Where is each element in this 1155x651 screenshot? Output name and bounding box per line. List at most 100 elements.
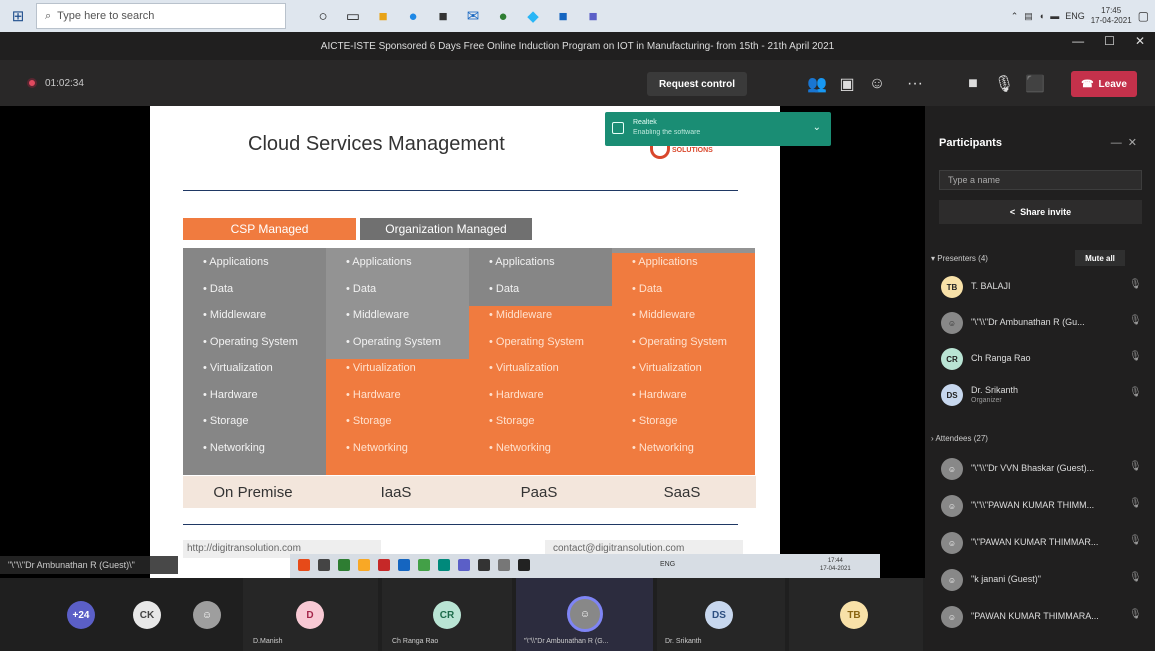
mic-muted-icon[interactable]: 🎙: [1129, 572, 1142, 583]
app-notification-icon: [612, 122, 624, 134]
grid-item-iaas: • Virtualization: [346, 362, 416, 374]
grid-item-on-premise: • Storage: [203, 415, 249, 427]
grid-item-on-premise: • Virtualization: [203, 362, 273, 374]
grid-item-iaas: • Networking: [346, 441, 408, 454]
reactions-icon[interactable]: ☺: [863, 70, 891, 98]
participant-name: "PAWAN KUMAR THIMMARA...: [971, 611, 1099, 621]
app-icon[interactable]: ◆: [520, 3, 546, 29]
attendees-heading-label: Attendees (27): [935, 434, 988, 443]
mic-muted-icon[interactable]: 🎙: [1129, 461, 1142, 472]
request-control-button[interactable]: Request control: [647, 72, 747, 96]
mic-muted-icon[interactable]: 🎙: [1129, 609, 1142, 620]
grid-item-iaas: • Applications: [346, 256, 412, 268]
mute-all-button[interactable]: Mute all: [1075, 250, 1125, 266]
grid-item-paas: • Data: [489, 282, 520, 295]
grid-item-iaas: • Data: [346, 282, 377, 295]
mic-muted-icon[interactable]: 🎙: [990, 70, 1018, 98]
close-icon[interactable]: ✕: [1128, 137, 1143, 149]
attendee-row[interactable]: ☺ "\"\\"PAWAN KUMAR THIMM... 🎙: [939, 491, 1149, 521]
participant-name: "\"\\"Dr Ambunathan R (Gu...: [971, 317, 1085, 327]
cortana-icon[interactable]: ○: [310, 3, 336, 29]
chat-icon[interactable]: ▣: [833, 70, 861, 98]
attendee-row[interactable]: ☺ "PAWAN KUMAR THIMMARA... 🎙: [939, 602, 1149, 632]
clock-date: 17-04-2021: [1090, 16, 1132, 25]
close-button[interactable]: ✕: [1135, 34, 1145, 48]
language-label[interactable]: ENG: [1065, 11, 1085, 21]
chevron-up-icon[interactable]: ⌃: [1011, 11, 1019, 22]
participant-role: Organizer: [971, 397, 1002, 404]
notification-toast[interactable]: Realtek Enabling the software ⌄: [605, 112, 831, 146]
mic-muted-icon[interactable]: 🎙: [1129, 498, 1142, 509]
avatar-tb: TB: [840, 601, 868, 629]
maximize-button[interactable]: ☐: [1104, 34, 1115, 48]
notification-icon[interactable]: ▢: [1138, 9, 1149, 23]
chrome-icon: [418, 559, 430, 571]
leave-button[interactable]: ☎ Leave: [1071, 71, 1137, 97]
grid-item-paas: • Operating System: [489, 335, 584, 348]
mic-muted-icon[interactable]: 🎙: [1129, 279, 1142, 290]
attendees-heading[interactable]: › Attendees (27): [931, 434, 988, 443]
teams-icon[interactable]: ■: [580, 3, 606, 29]
share-invite-label: Share invite: [1020, 207, 1072, 217]
leave-label: Leave: [1098, 78, 1127, 90]
file-explorer-icon[interactable]: ■: [370, 3, 396, 29]
presenter-row[interactable]: Organizer DS Dr. Srikanth 🎙: [939, 380, 1149, 410]
avatar-cr: CR: [433, 601, 461, 629]
mic-muted-icon[interactable]: 🎙: [1129, 387, 1142, 398]
battery-icon[interactable]: ▬: [1050, 11, 1059, 21]
grid-item-paas: • Virtualization: [489, 362, 559, 374]
participants-icon[interactable]: 👥: [803, 70, 831, 98]
store-icon[interactable]: ■: [430, 3, 456, 29]
participant-search-input[interactable]: Type a name: [939, 170, 1142, 190]
attendee-row[interactable]: ☺ "k janani (Guest)" 🎙: [939, 565, 1149, 595]
taskbar-clock[interactable]: 17:45 17-04-2021: [1091, 6, 1132, 26]
participant-name-active-speaker: "\"\\"Dr Ambunathan R (G...: [524, 638, 609, 645]
network-icon[interactable]: ▤: [1024, 11, 1033, 22]
share-invite-button[interactable]: < Share invite: [939, 200, 1142, 224]
more-participants-badge[interactable]: +24: [67, 601, 95, 629]
avatar-ck[interactable]: CK: [133, 601, 161, 629]
mail-icon[interactable]: ✉: [460, 3, 486, 29]
participant-name: Dr. Srikanth: [971, 385, 1019, 395]
presenter-row[interactable]: CR Ch Ranga Rao 🎙: [939, 344, 1149, 374]
avatar-active-speaker: ☺: [567, 596, 603, 632]
inner-clock-time: 17:44: [827, 558, 843, 564]
windows-start-icon[interactable]: ⊞: [0, 0, 36, 32]
more-options-icon[interactable]: ···: [901, 70, 929, 98]
mic-muted-icon[interactable]: 🎙: [1129, 535, 1142, 546]
mic-muted-icon[interactable]: 🎙: [1129, 315, 1142, 326]
grid-item-saas: • Data: [632, 282, 663, 295]
panel-controls[interactable]: —✕: [1111, 136, 1143, 149]
grid-item-saas: • Hardware: [632, 388, 687, 401]
taskbar-search-input[interactable]: ⌕ Type here to search: [36, 3, 286, 29]
attendee-row[interactable]: ☺ "\"\\"Dr VVN Bhaskar (Guest)... 🎙: [939, 454, 1149, 484]
popout-icon[interactable]: —: [1111, 137, 1128, 149]
attendee-row[interactable]: ☺ "\"PAWAN KUMAR THIMMAR... 🎙: [939, 528, 1149, 558]
presenter-row[interactable]: ☺ "\"\\"Dr Ambunathan R (Gu... 🎙: [939, 308, 1149, 338]
volume-icon[interactable]: ◖: [1039, 11, 1044, 21]
participant-avatar: ☺: [941, 532, 963, 554]
edge-icon[interactable]: ●: [400, 3, 426, 29]
grid-item-saas: • Networking: [632, 441, 694, 454]
app-icon: [518, 559, 530, 571]
task-view-icon[interactable]: ▭: [340, 3, 366, 29]
search-icon: ⌕: [45, 9, 52, 22]
presenter-row[interactable]: TB T. BALAJI 🎙: [939, 272, 1149, 302]
presenters-heading[interactable]: ▾ Presenters (4): [931, 254, 988, 263]
taskbar-search-placeholder: Type here to search: [57, 10, 155, 22]
chrome-icon[interactable]: ●: [490, 3, 516, 29]
camera-icon[interactable]: ■: [959, 70, 987, 98]
participant-avatar: ☺: [941, 606, 963, 628]
csp-managed-legend: CSP Managed: [183, 218, 356, 240]
mic-muted-icon[interactable]: 🎙: [1129, 351, 1142, 362]
word-icon[interactable]: ■: [550, 3, 576, 29]
inner-clock: 17:44 17-04-2021: [820, 557, 851, 573]
minimize-button[interactable]: —: [1072, 34, 1084, 48]
toast-title: Realtek: [633, 119, 657, 126]
pen-icon: [498, 559, 510, 571]
share-screen-icon[interactable]: ⬛: [1021, 70, 1049, 98]
presenter-name-tag: "\"\\"Dr Ambunathan R (Guest)\": [0, 556, 178, 574]
chevron-down-icon[interactable]: ⌄: [813, 122, 821, 133]
avatar-generic[interactable]: ☺: [193, 601, 221, 629]
window-title: AICTE-ISTE Sponsored 6 Days Free Online …: [320, 40, 835, 52]
